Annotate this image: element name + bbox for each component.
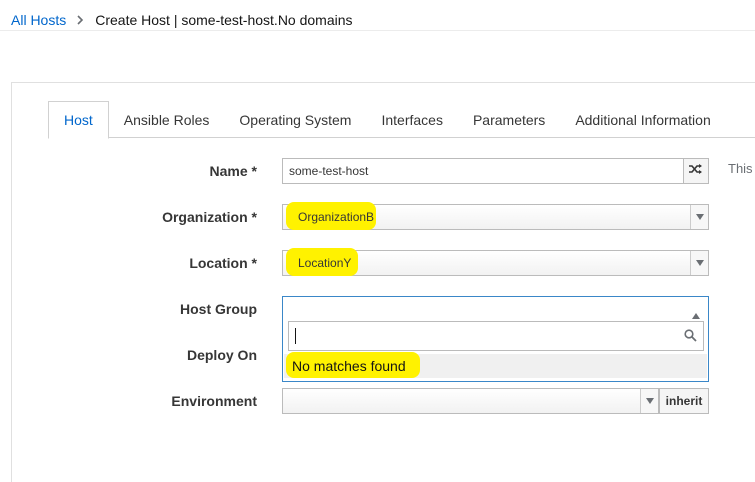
no-results-item: No matches found — [284, 352, 707, 378]
name-input[interactable]: some-test-host — [282, 158, 684, 184]
name-label: Name * — [209, 163, 257, 179]
generate-name-button[interactable] — [683, 158, 709, 184]
search-icon — [684, 329, 697, 347]
triangle-down-icon — [690, 251, 708, 275]
breadcrumb-current: Create Host | some-test-host.No domains — [95, 12, 353, 28]
text-caret — [295, 328, 296, 344]
tab-additional-information[interactable]: Additional Information — [560, 101, 725, 138]
shuffle-icon — [689, 162, 703, 180]
location-label: Location * — [189, 255, 257, 271]
environment-inherit-button[interactable]: inherit — [659, 388, 709, 414]
breadcrumb: All Hosts Create Host | some-test-host.N… — [11, 10, 353, 30]
organization-selected-value: OrganizationB — [298, 210, 375, 224]
header-divider — [0, 30, 755, 31]
tab-host[interactable]: Host — [48, 101, 109, 139]
deploy-on-label: Deploy On — [186, 347, 257, 363]
tab-ansible-roles[interactable]: Ansible Roles — [109, 101, 225, 138]
host-group-label: Host Group — [180, 301, 257, 317]
no-results-text: No matches found — [292, 358, 406, 374]
triangle-down-icon — [640, 389, 658, 413]
main-panel — [11, 82, 755, 482]
organization-select[interactable]: OrganizationB — [282, 202, 709, 230]
organization-label: Organization * — [162, 209, 257, 225]
environment-label: Environment — [171, 393, 257, 409]
environment-select[interactable] — [282, 388, 659, 414]
tab-operating-system[interactable]: Operating System — [224, 101, 366, 138]
tab-parameters[interactable]: Parameters — [458, 101, 560, 138]
triangle-down-icon — [690, 205, 708, 229]
location-selected-value: LocationY — [298, 256, 352, 270]
name-help-text: This — [728, 161, 753, 176]
tab-interfaces[interactable]: Interfaces — [366, 101, 457, 138]
breadcrumb-all-hosts-link[interactable]: All Hosts — [11, 12, 66, 28]
host-tabs: Host Ansible Roles Operating System Inte… — [48, 101, 755, 139]
host-group-search-input[interactable] — [288, 321, 704, 351]
location-select[interactable]: LocationY — [282, 248, 709, 276]
chevron-right-icon — [77, 15, 84, 25]
host-group-select-open[interactable]: No matches found — [282, 296, 709, 382]
